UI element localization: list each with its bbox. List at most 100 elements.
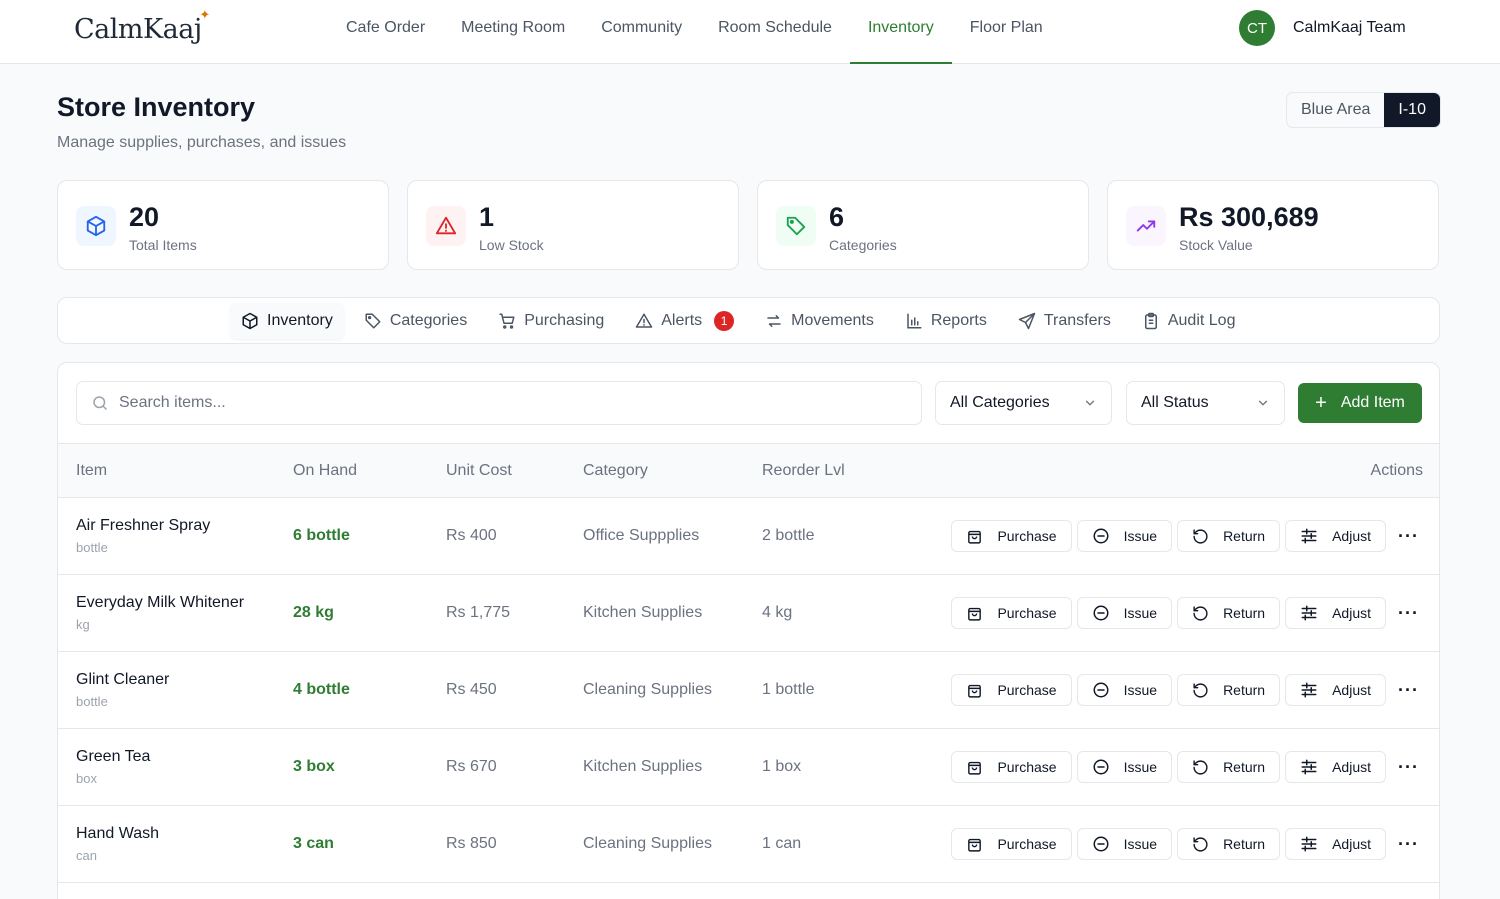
return-button[interactable]: Return (1177, 674, 1281, 706)
more-options-icon[interactable]: ··· (1398, 757, 1419, 778)
tab-alerts[interactable]: Alerts 1 (624, 303, 745, 339)
on-hand-value: 3 box (293, 758, 335, 775)
purchase-button[interactable]: Purchase (951, 751, 1072, 783)
purchase-label: Purchase (997, 836, 1057, 852)
row-actions: Purchase Issue Return Adjust ··· (938, 828, 1439, 860)
return-button[interactable]: Return (1177, 520, 1281, 552)
sliders-icon (1301, 528, 1317, 544)
stat-card-total-items: 20 Total Items (57, 180, 389, 270)
nav-link-room-schedule[interactable]: Room Schedule (700, 0, 850, 64)
adjust-button[interactable]: Adjust (1285, 674, 1387, 706)
tag-icon (365, 313, 381, 329)
stat-value: 20 (129, 202, 160, 232)
item-unit: box (76, 771, 97, 786)
tab-inventory[interactable]: Inventory (230, 303, 344, 339)
tab-purchasing[interactable]: Purchasing (487, 303, 615, 339)
unit-cost-value: Rs 1,775 (446, 604, 511, 621)
return-button[interactable]: Return (1177, 597, 1281, 629)
alerts-count-badge: 1 (714, 311, 735, 331)
location-option-i10[interactable]: I-10 (1384, 93, 1440, 127)
add-item-label: Add Item (1340, 394, 1405, 411)
more-options-icon[interactable]: ··· (1398, 834, 1419, 855)
search-input[interactable] (119, 394, 899, 412)
adjust-button[interactable]: Adjust (1285, 751, 1387, 783)
bar-chart-icon (907, 313, 922, 329)
trending-up-icon (1126, 206, 1166, 246)
return-label: Return (1223, 836, 1266, 852)
issue-button[interactable]: Issue (1076, 597, 1173, 629)
nav-link-cafe-order[interactable]: Cafe Order (328, 0, 443, 64)
tab-transfers[interactable]: Transfers (1007, 303, 1122, 339)
return-button[interactable]: Return (1177, 828, 1281, 860)
cart-icon (499, 313, 515, 329)
purchase-label: Purchase (997, 682, 1057, 698)
item-unit: can (76, 848, 97, 863)
category-filter-value: All Categories (950, 394, 1050, 411)
adjust-label: Adjust (1332, 759, 1372, 775)
row-actions: Purchase Issue Return Adjust ··· (938, 597, 1439, 629)
table-row: Green Tea box 3 box Rs 670 Kitchen Suppl… (58, 729, 1439, 806)
rotate-ccw-icon (1193, 528, 1208, 544)
adjust-label: Adjust (1332, 682, 1372, 698)
issue-button[interactable]: Issue (1076, 520, 1173, 552)
issue-button[interactable]: Issue (1076, 828, 1173, 860)
alert-triangle-icon (426, 206, 466, 246)
main-nav: Cafe Order Meeting Room Community Room S… (328, 0, 1061, 64)
sliders-icon (1301, 836, 1317, 852)
alert-triangle-icon (635, 313, 653, 328)
add-item-button[interactable]: + Add Item (1298, 383, 1422, 423)
item-name: Glint Cleaner (76, 671, 170, 688)
nav-link-community[interactable]: Community (583, 0, 700, 64)
tab-audit-log[interactable]: Audit Log (1131, 303, 1247, 339)
return-button[interactable]: Return (1177, 751, 1281, 783)
more-options-icon[interactable]: ··· (1398, 526, 1419, 547)
issue-label: Issue (1123, 759, 1158, 775)
return-label: Return (1223, 682, 1266, 698)
issue-button[interactable]: Issue (1076, 751, 1173, 783)
stat-value: 6 (829, 202, 845, 232)
status-filter-select[interactable]: All Status (1126, 381, 1285, 425)
adjust-button[interactable]: Adjust (1285, 597, 1387, 629)
minus-circle-icon (1093, 605, 1109, 621)
return-label: Return (1223, 759, 1266, 775)
col-on-hand[interactable]: On Hand (293, 443, 446, 498)
purchase-button[interactable]: Purchase (951, 520, 1072, 552)
purchase-button[interactable]: Purchase (951, 674, 1072, 706)
unit-cost-value: Rs 450 (446, 681, 497, 698)
category-filter-select[interactable]: All Categories (935, 381, 1112, 425)
tab-movements[interactable]: Movements (754, 303, 885, 339)
purchase-label: Purchase (997, 528, 1057, 544)
purchase-button[interactable]: Purchase (951, 597, 1072, 629)
table-header-row: Item On Hand Unit Cost Category Reorder … (58, 443, 1439, 498)
stat-label: Low Stock (479, 237, 544, 253)
location-option-blue-area[interactable]: Blue Area (1287, 93, 1384, 127)
on-hand-value: 4 bottle (293, 681, 350, 698)
col-unit-cost[interactable]: Unit Cost (446, 443, 583, 498)
user-menu[interactable]: CT CalmKaaj Team (1239, 10, 1406, 46)
more-options-icon[interactable]: ··· (1398, 603, 1419, 624)
col-category[interactable]: Category (583, 443, 762, 498)
tab-reports[interactable]: Reports (894, 303, 998, 339)
tab-categories[interactable]: Categories (353, 303, 478, 339)
adjust-label: Adjust (1332, 528, 1372, 544)
package-icon (76, 206, 116, 246)
nav-link-floor-plan[interactable]: Floor Plan (952, 0, 1061, 64)
category-value: Cleaning Supplies (583, 835, 712, 852)
package-icon (242, 312, 258, 330)
nav-link-meeting-room[interactable]: Meeting Room (443, 0, 583, 64)
issue-button[interactable]: Issue (1076, 674, 1173, 706)
col-reorder-level[interactable]: Reorder Lvl (762, 443, 938, 498)
purchase-button[interactable]: Purchase (951, 828, 1072, 860)
col-item[interactable]: Item (58, 443, 293, 498)
stat-card-categories: 6 Categories (757, 180, 1089, 270)
adjust-button[interactable]: Adjust (1285, 520, 1387, 552)
adjust-button[interactable]: Adjust (1285, 828, 1387, 860)
table-row: Everyday Milk Whitener kg 28 kg Rs 1,775… (58, 575, 1439, 652)
search-icon (93, 396, 107, 410)
nav-link-inventory[interactable]: Inventory (849, 0, 952, 64)
item-unit: kg (76, 617, 90, 632)
return-label: Return (1223, 605, 1266, 621)
brand-logo[interactable]: CalmKaaj ✦ (74, 8, 210, 45)
reorder-level-value: 4 kg (762, 604, 793, 621)
more-options-icon[interactable]: ··· (1398, 680, 1419, 701)
